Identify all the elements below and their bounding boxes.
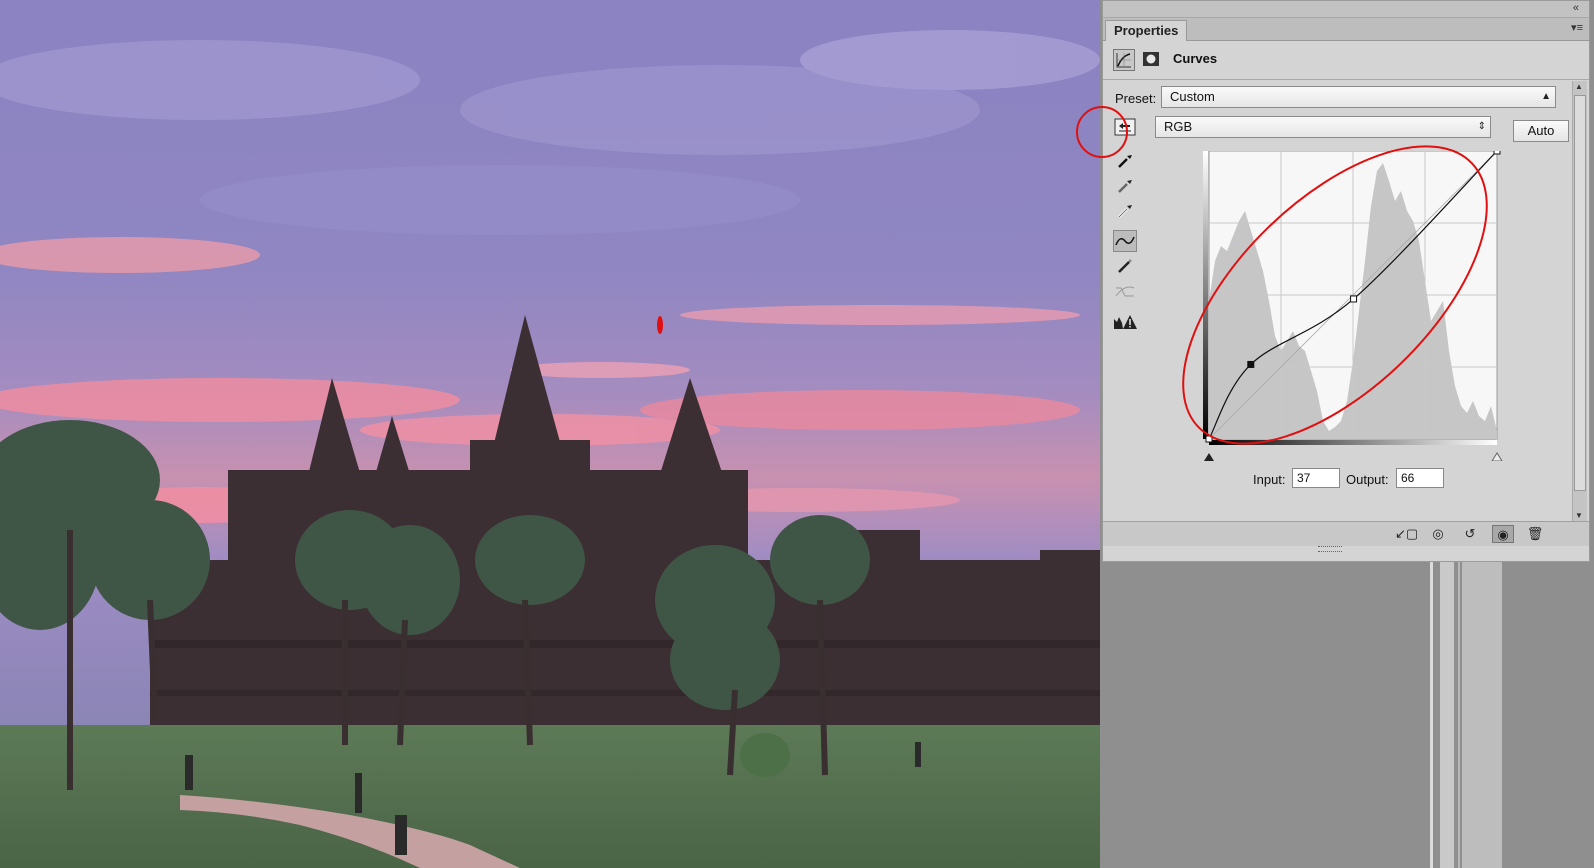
pencil-draw-tool[interactable] [1113, 255, 1137, 277]
curve-control-point[interactable] [1247, 360, 1255, 368]
smooth-curve-tool[interactable] [1113, 281, 1137, 303]
panel-scrollbar[interactable]: ▲ ▼ [1572, 81, 1587, 521]
curve-control-point[interactable] [1205, 435, 1213, 443]
hand-adjust-icon [1114, 118, 1136, 136]
curve-points-tool[interactable] [1113, 230, 1137, 252]
preset-select[interactable]: Custom ▲ [1161, 86, 1556, 108]
photo-canvas[interactable] [0, 0, 1100, 868]
panel-separator [1103, 79, 1589, 80]
curve-control-point[interactable] [1493, 151, 1501, 155]
panel-bottom-bar: ↙▢ ◎ ↺ ◉ 🗑 [1103, 521, 1589, 546]
curve-control-point[interactable] [1350, 295, 1358, 303]
curve-icon [1115, 236, 1135, 246]
smooth-icon [1115, 286, 1135, 297]
clipping-warning-icon [1114, 315, 1137, 329]
gray-point-eyedropper[interactable] [1113, 175, 1137, 197]
tab-properties[interactable]: Properties [1105, 20, 1188, 41]
double-chevron-icon[interactable]: « [1573, 2, 1579, 14]
input-gradient-bar [1209, 440, 1497, 445]
black-point-eyedropper[interactable] [1113, 150, 1137, 172]
workspace-strip [1462, 555, 1502, 868]
panel-menu-icon[interactable]: ▾≡ [1571, 21, 1583, 34]
panel-resize-grip[interactable] [1318, 546, 1342, 552]
white-point-slider[interactable] [1491, 452, 1503, 461]
panel-title-bar[interactable]: « [1103, 1, 1589, 18]
eyedropper-icon [1118, 180, 1132, 193]
scroll-up-icon[interactable]: ▲ [1575, 82, 1583, 91]
clipping-warning-tool[interactable] [1113, 311, 1137, 333]
clip-to-layer-icon[interactable]: ↙▢ [1395, 525, 1418, 543]
black-point-slider[interactable] [1204, 453, 1214, 461]
trash-icon[interactable]: 🗑 [1524, 525, 1546, 543]
pencil-icon [1118, 259, 1132, 273]
output-gradient-bar [1203, 151, 1208, 439]
eyedropper-icon [1118, 155, 1132, 168]
output-field[interactable]: 66 [1396, 468, 1444, 488]
preset-value: Custom [1170, 89, 1215, 104]
workspace-strip [1440, 555, 1454, 868]
on-image-adjust-tool[interactable] [1113, 116, 1137, 138]
updown-arrow-icon: ⇕ [1477, 121, 1486, 132]
white-point-eyedropper[interactable] [1113, 200, 1137, 222]
properties-panel: « Properties ▾≡ Curves Preset: Custom ▲ … [1102, 0, 1590, 562]
channel-select[interactable]: RGB ⇕ [1155, 116, 1491, 138]
reset-icon[interactable]: ↺ [1459, 525, 1481, 543]
input-label: Input: [1253, 472, 1286, 487]
eyedropper-icon [1118, 205, 1132, 218]
layer-mask-icon[interactable] [1141, 49, 1163, 71]
scroll-down-icon[interactable]: ▼ [1575, 511, 1583, 520]
input-field[interactable]: 37 [1292, 468, 1340, 488]
auto-button[interactable]: Auto [1513, 120, 1569, 142]
curves-adjustment-icon[interactable] [1113, 49, 1135, 71]
adjustment-title: Curves [1173, 51, 1218, 66]
visibility-eye-icon[interactable]: ◉ [1492, 525, 1514, 543]
view-previous-icon[interactable]: ◎ [1427, 525, 1449, 543]
scrollbar-thumb[interactable] [1574, 95, 1586, 491]
preset-label: Preset: [1115, 91, 1157, 106]
channel-value: RGB [1164, 119, 1193, 134]
curves-graph[interactable] [1203, 151, 1513, 461]
updown-arrow-icon: ▲ [1541, 91, 1551, 102]
output-label: Output: [1346, 472, 1389, 487]
panel-tab-row: Properties ▾≡ [1103, 18, 1589, 41]
